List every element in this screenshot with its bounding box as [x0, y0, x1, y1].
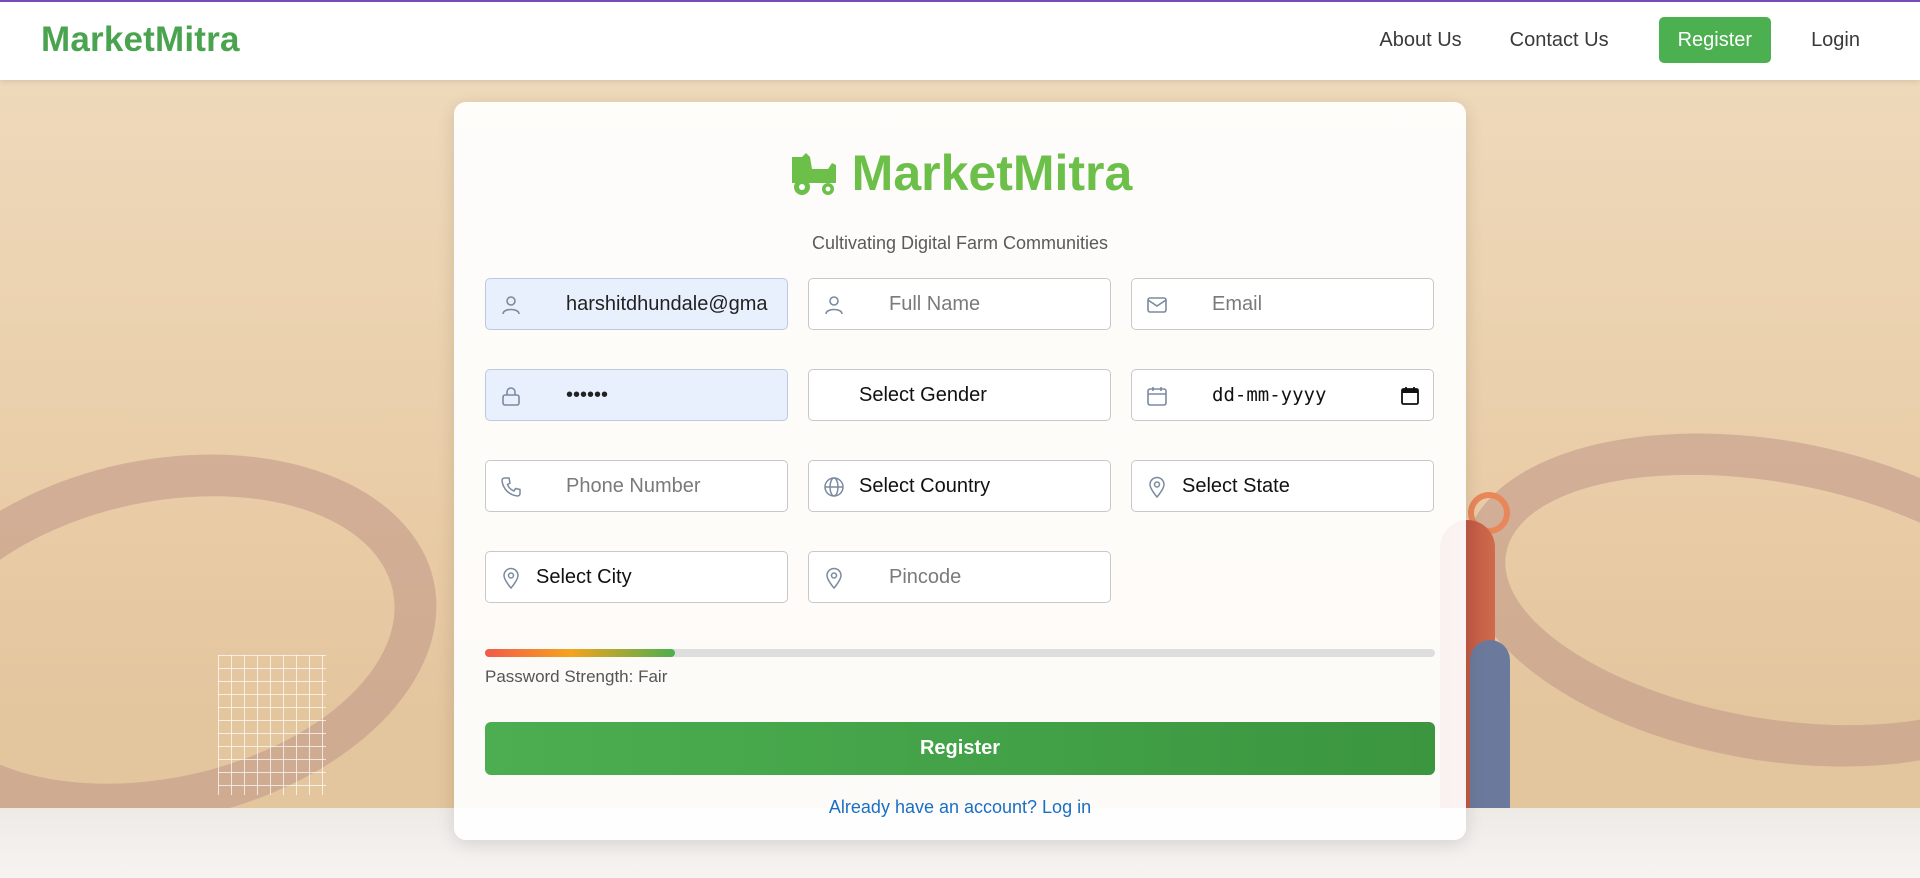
register-submit-button[interactable]: Register [485, 722, 1435, 775]
password-strength-label: Password Strength: Fair [485, 667, 668, 686]
password-input[interactable]: •••••• [485, 369, 788, 421]
dob-value: dd-mm-yyyy [1212, 384, 1327, 406]
password-strength-fill [485, 649, 675, 657]
tagline: Cultivating Digital Farm Communities [811, 233, 1109, 253]
user-icon [502, 296, 520, 315]
pincode-placeholder: Pincode [889, 565, 962, 588]
username-input[interactable]: harshitdhundale@gma [485, 278, 788, 330]
phone-placeholder: Phone Number [566, 474, 701, 497]
password-value: •••••• [566, 383, 609, 406]
location-pin-icon [1149, 476, 1165, 498]
phone-icon [501, 477, 521, 497]
nav-links: About Us Contact Us Register Login [1331, 17, 1860, 63]
full-name-placeholder: Full Name [889, 292, 981, 315]
email-input[interactable]: Email [1131, 278, 1434, 330]
gender-select[interactable]: Select Gender [808, 369, 1111, 421]
tractor-icon [791, 153, 836, 195]
email-placeholder: Email [1212, 292, 1263, 315]
decor-grid [218, 655, 326, 795]
card-logo-text: MarketMitra [851, 145, 1133, 201]
state-selected: Select State [1182, 474, 1290, 497]
card-logo: MarketMitra [454, 144, 1466, 202]
brand-logo[interactable]: MarketMitra [41, 20, 240, 60]
nav-contact-us[interactable]: Contact Us [1510, 29, 1609, 52]
user-icon [825, 296, 843, 315]
lock-icon [502, 387, 520, 406]
city-selected: Select City [536, 565, 632, 588]
dob-input[interactable]: dd-mm-yyyy [1131, 369, 1434, 421]
username-value: harshitdhundale@gma [566, 292, 768, 315]
navbar: MarketMitra About Us Contact Us Register… [0, 2, 1920, 80]
country-select[interactable]: Select Country [808, 460, 1111, 512]
gender-selected: Select Gender [859, 383, 987, 406]
register-card: MarketMitra Cultivating Digital Farm Com… [454, 102, 1466, 840]
password-strength-bar [485, 649, 1435, 657]
nav-register-button[interactable]: Register [1658, 17, 1772, 63]
city-select[interactable]: Select City [485, 551, 788, 603]
calendar-icon [1147, 387, 1167, 406]
phone-input[interactable]: Phone Number [485, 460, 788, 512]
calendar-picker-icon[interactable] [1401, 386, 1419, 405]
mail-icon [1147, 297, 1167, 313]
login-link[interactable]: Already have an account? Log in [454, 797, 1466, 818]
nav-about-us[interactable]: About Us [1379, 29, 1461, 52]
nav-login[interactable]: Login [1811, 29, 1860, 52]
location-pin-icon [826, 567, 842, 589]
country-selected: Select Country [859, 474, 991, 497]
full-name-input[interactable]: Full Name [808, 278, 1111, 330]
state-select[interactable]: Select State [1131, 460, 1434, 512]
location-pin-icon [503, 567, 519, 589]
globe-icon [824, 477, 844, 497]
pincode-input[interactable]: Pincode [808, 551, 1111, 603]
